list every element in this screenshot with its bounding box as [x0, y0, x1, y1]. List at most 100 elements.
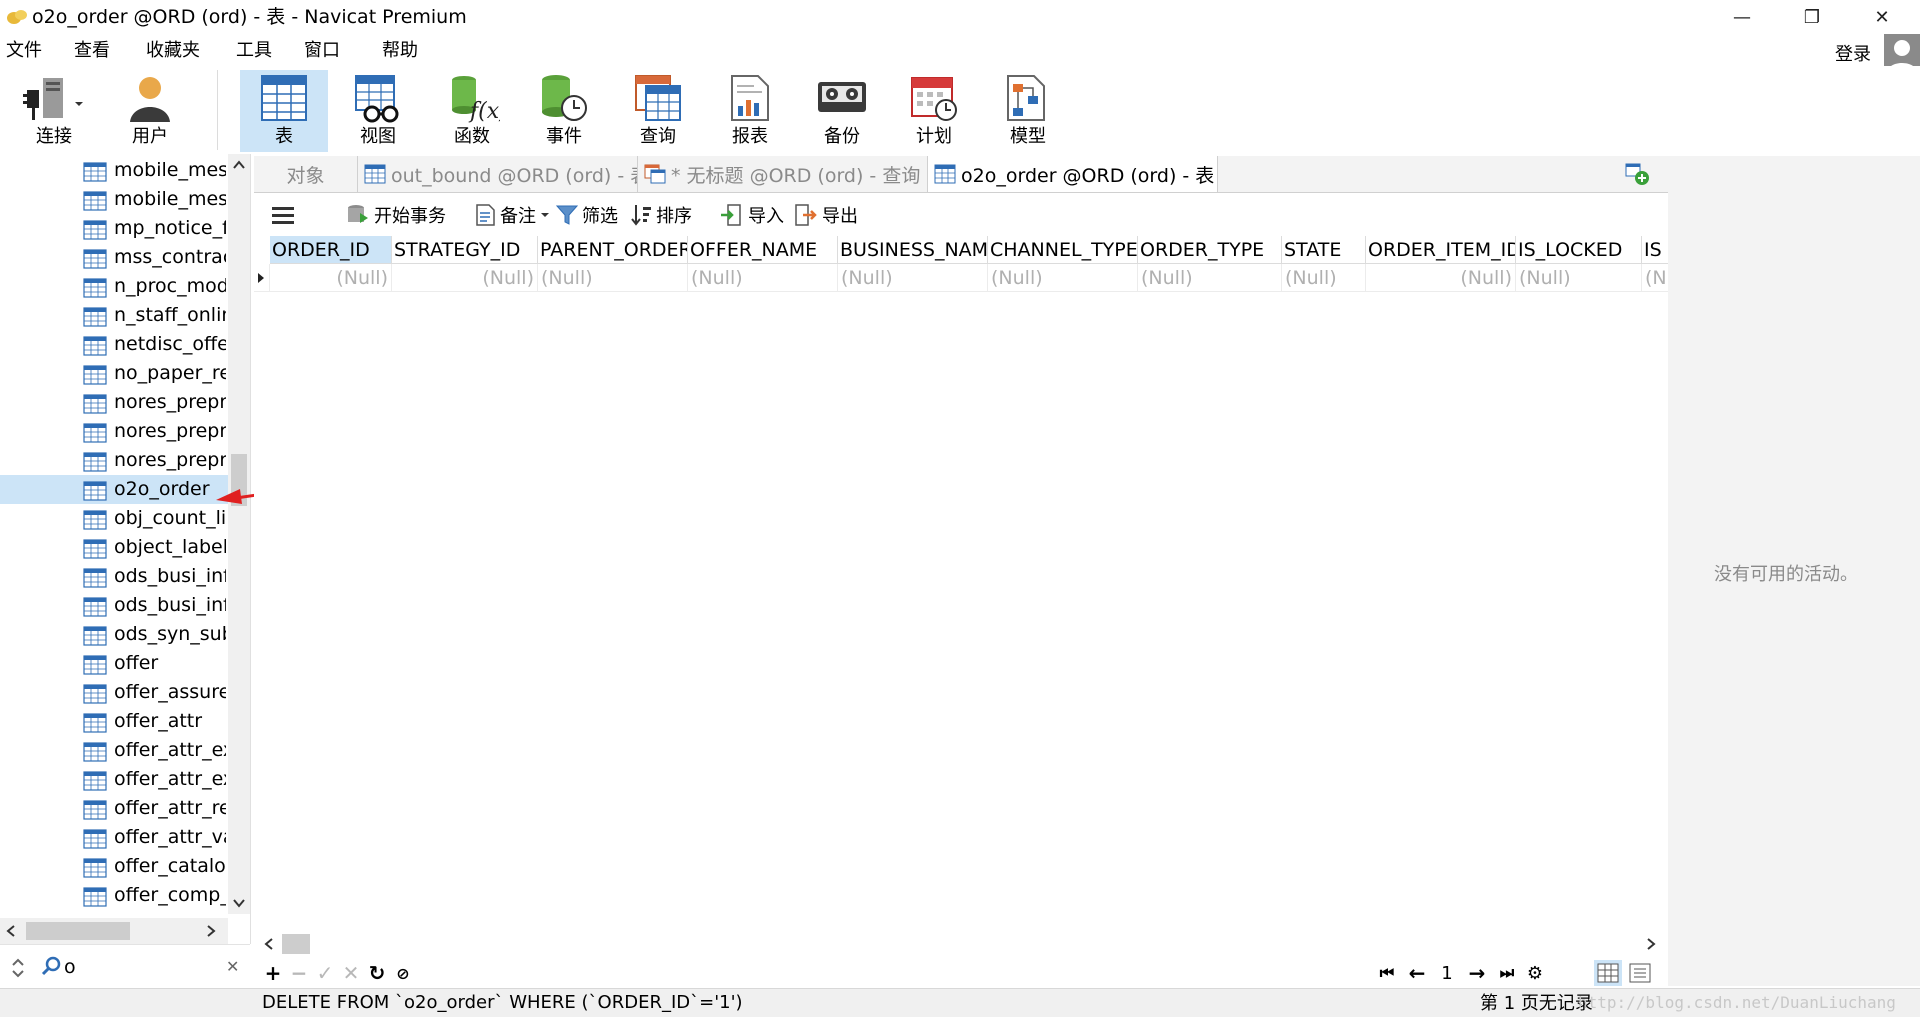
- grid-cell[interactable]: (Null): [838, 264, 988, 292]
- filter-toggle-icon[interactable]: [10, 957, 26, 979]
- apply-changes-icon[interactable]: ✓: [312, 960, 338, 986]
- delete-record-icon[interactable]: −: [286, 960, 312, 986]
- stop-icon[interactable]: ⊘: [390, 960, 416, 986]
- login-link[interactable]: 登录: [1835, 40, 1871, 66]
- tab-untitled-query[interactable]: * 无标题 @ORD (ord) - 查询: [638, 156, 928, 192]
- grid-cell[interactable]: (Null): [1282, 264, 1366, 292]
- export-button[interactable]: 导出: [794, 200, 858, 230]
- tree-item-offer_assure[interactable]: offer_assure_: [0, 678, 228, 707]
- toolbar-view-button[interactable]: 视图: [334, 70, 422, 152]
- grid-horizontal-scrollbar[interactable]: [256, 930, 1664, 956]
- tree-item-n_proc_mode[interactable]: n_proc_mode: [0, 272, 228, 301]
- tree-item-offer[interactable]: offer: [0, 649, 228, 678]
- gear-icon[interactable]: ⚙: [1522, 960, 1548, 986]
- add-record-icon[interactable]: +: [260, 960, 286, 986]
- tab-out-bound[interactable]: out_bound @ORD (ord) - 表: [358, 156, 638, 192]
- tree-horizontal-scrollbar[interactable]: [0, 918, 228, 944]
- chevron-left-icon[interactable]: [6, 925, 16, 937]
- page-number-input[interactable]: 1: [1434, 960, 1460, 986]
- tree-item-n_staff_onlin[interactable]: n_staff_onlin: [0, 301, 228, 330]
- tree-hscroll-thumb[interactable]: [26, 922, 130, 940]
- toolbar-function-button[interactable]: f(x) 函数: [428, 70, 516, 152]
- menu-view[interactable]: 查看: [74, 38, 110, 64]
- toolbar-event-button[interactable]: 事件: [520, 70, 608, 152]
- menu-tools[interactable]: 工具: [236, 38, 272, 64]
- toolbar-report-button[interactable]: 报表: [706, 70, 794, 152]
- toolbar-query-button[interactable]: 查询: [614, 70, 702, 152]
- clear-search-icon[interactable]: ✕: [226, 957, 239, 976]
- tree-item-offer_comp_c[interactable]: offer_comp_c: [0, 881, 228, 910]
- column-header-parent-order[interactable]: PARENT_ORDER_: [538, 236, 688, 264]
- grid-cell[interactable]: (Null): [270, 264, 392, 292]
- grid-cell[interactable]: (Null): [1138, 264, 1282, 292]
- new-tab-icon[interactable]: [1624, 162, 1650, 186]
- grid-cell[interactable]: (Null): [988, 264, 1138, 292]
- last-page-icon[interactable]: ⏭: [1494, 960, 1520, 986]
- toolbar-backup-button[interactable]: 备份: [798, 70, 886, 152]
- column-header-state[interactable]: STATE: [1282, 236, 1366, 264]
- tree-item-obj_count_lir[interactable]: obj_count_lir: [0, 504, 228, 533]
- tree-item-offer_attr_val[interactable]: offer_attr_val: [0, 823, 228, 852]
- chevron-right-icon[interactable]: [206, 925, 216, 937]
- begin-transaction-button[interactable]: 开始事务: [346, 200, 446, 230]
- chevron-right-icon[interactable]: [1646, 938, 1656, 950]
- column-header-strategy-id[interactable]: STRATEGY_ID: [392, 236, 538, 264]
- toolbar-schedule-button[interactable]: 计划: [890, 70, 978, 152]
- minimize-button[interactable]: —: [1712, 0, 1772, 34]
- sort-button[interactable]: 排序: [630, 200, 692, 230]
- next-page-icon[interactable]: →: [1464, 960, 1490, 986]
- search-input[interactable]: o: [64, 954, 76, 980]
- column-header-is-locked[interactable]: IS_LOCKED: [1516, 236, 1642, 264]
- tree-item-offer_attr[interactable]: offer_attr: [0, 707, 228, 736]
- tab-o2o-order[interactable]: o2o_order @ORD (ord) - 表: [928, 156, 1218, 192]
- tree-item-offer_catalog[interactable]: offer_catalog: [0, 852, 228, 881]
- grid-view-icon[interactable]: [1594, 960, 1622, 986]
- tree-item-object_label[interactable]: object_label_: [0, 533, 228, 562]
- chevron-down-icon[interactable]: [233, 898, 245, 908]
- column-header-offer-name[interactable]: OFFER_NAME: [688, 236, 838, 264]
- column-header-order-item-id[interactable]: ORDER_ITEM_ID: [1366, 236, 1516, 264]
- tree-item-nores_preprc[interactable]: nores_preprc: [0, 446, 228, 475]
- tree-item-ods_busi_infc[interactable]: ods_busi_infc: [0, 591, 228, 620]
- tab-objects[interactable]: 对象: [254, 156, 358, 192]
- first-page-icon[interactable]: ⏮: [1374, 960, 1400, 986]
- grid-cell[interactable]: (Null): [1516, 264, 1642, 292]
- menu-file[interactable]: 文件: [6, 38, 42, 64]
- tree-item-ods_busi_infc[interactable]: ods_busi_infc: [0, 562, 228, 591]
- import-button[interactable]: 导入: [720, 200, 784, 230]
- tree-item-nores_preprc[interactable]: nores_preprc: [0, 417, 228, 446]
- tree-item-mobile_mess[interactable]: mobile_mess: [0, 156, 228, 185]
- column-header-order-type[interactable]: ORDER_TYPE: [1138, 236, 1282, 264]
- toolbar-model-button[interactable]: 模型: [984, 70, 1072, 152]
- form-view-icon[interactable]: [1626, 960, 1654, 986]
- menu-help[interactable]: 帮助: [382, 38, 418, 64]
- hamburger-menu-icon[interactable]: [272, 206, 294, 226]
- dropdown-arrow-icon[interactable]: [541, 212, 549, 218]
- tree-item-netdisc_offer[interactable]: netdisc_offer: [0, 330, 228, 359]
- filter-button[interactable]: 筛选: [556, 200, 618, 230]
- tree-item-nores_preprc[interactable]: nores_preprc: [0, 388, 228, 417]
- grid-cell[interactable]: (Null): [1366, 264, 1516, 292]
- tree-item-offer_attr_ext[interactable]: offer_attr_ext: [0, 736, 228, 765]
- grid-cell[interactable]: (Null): [538, 264, 688, 292]
- maximize-button[interactable]: ❐: [1782, 0, 1842, 34]
- chevron-up-icon[interactable]: [233, 160, 245, 170]
- column-header-business-name[interactable]: BUSINESS_NAME: [838, 236, 988, 264]
- chevron-left-icon[interactable]: [264, 938, 274, 950]
- refresh-icon[interactable]: ↻: [364, 960, 390, 986]
- toolbar-user-button[interactable]: 用户: [106, 70, 194, 152]
- column-header-channel-type[interactable]: CHANNEL_TYPE: [988, 236, 1138, 264]
- close-button[interactable]: ✕: [1852, 0, 1912, 34]
- menu-window[interactable]: 窗口: [304, 38, 340, 64]
- tree-item-mss_contract[interactable]: mss_contract: [0, 243, 228, 272]
- tree-item-o2o_order[interactable]: o2o_order: [0, 475, 228, 504]
- tree-item-no_paper_rej[interactable]: no_paper_rej: [0, 359, 228, 388]
- toolbar-connect-button[interactable]: 连接: [10, 70, 98, 152]
- grid-cell[interactable]: (Null): [392, 264, 538, 292]
- grid-cell[interactable]: (Null): [688, 264, 838, 292]
- menu-favorites[interactable]: 收藏夹: [146, 38, 200, 64]
- tree-item-offer_attr_rer[interactable]: offer_attr_rer: [0, 794, 228, 823]
- tree-vertical-scrollbar[interactable]: [228, 154, 250, 914]
- tree-item-mp_notice_fi[interactable]: mp_notice_fi: [0, 214, 228, 243]
- tree-item-mobile_mess[interactable]: mobile_mess: [0, 185, 228, 214]
